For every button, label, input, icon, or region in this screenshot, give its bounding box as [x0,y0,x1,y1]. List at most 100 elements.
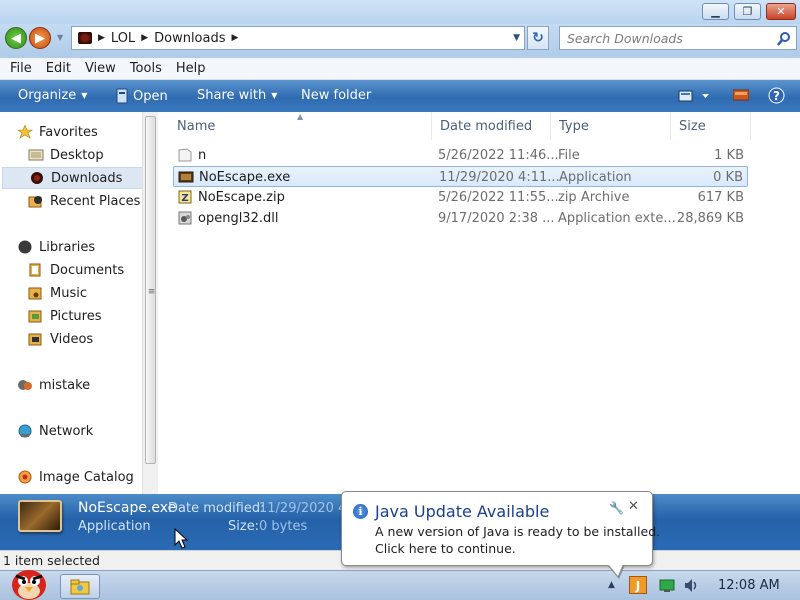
taskbar-explorer-button[interactable] [60,574,100,599]
breadcrumb-lol[interactable]: LOL [111,31,135,46]
show-hidden-icons-icon[interactable]: ▲ [608,580,615,590]
file-row-noescape-exe[interactable]: NoEscape.exe 11/29/2020 4:11... Applicat… [173,166,748,187]
svg-text:J: J [635,579,640,593]
java-update-icon[interactable]: J [629,576,647,594]
recent-pages-dropdown-icon[interactable]: ▼ [57,33,63,42]
organize-button[interactable]: Organize ▼ [18,88,87,103]
help-icon: ? [768,87,785,104]
open-button[interactable]: Open [116,88,168,104]
search-icon[interactable] [776,31,792,47]
menu-view[interactable]: View [85,61,116,76]
sidebar-item-label: Recent Places [50,193,141,209]
menu-file[interactable]: File [10,61,32,76]
file-row-noescape-zip[interactable]: Z NoEscape.zip 5/26/2022 11:55... zip Ar… [173,187,748,208]
menu-help[interactable]: Help [176,61,206,76]
details-date-value: 11/29/2020 4: [259,501,351,516]
menu-edit[interactable]: Edit [46,61,71,76]
sidebar-item-libraries[interactable]: Libraries [17,236,160,258]
search-box[interactable] [559,26,797,50]
new-folder-button[interactable]: New folder [301,88,371,103]
svg-text:Z: Z [181,193,188,204]
column-header-label: Name [177,118,216,134]
close-notification-icon[interactable]: ✕ [628,499,639,514]
network-icon [18,424,32,438]
action-center-icon[interactable] [659,578,675,593]
dll-file-icon [178,211,192,225]
file-date: 5/26/2022 11:55... [438,190,559,205]
file-type: Application [559,170,632,185]
menu-tools[interactable]: Tools [130,61,162,76]
file-thumbnail [18,500,62,532]
navigation-pane: Favorites Desktop Downloads Recent Place… [0,112,158,494]
file-size: 1 KB [714,148,744,163]
column-header-date[interactable]: Date modified [432,112,551,140]
libraries-icon [18,240,32,254]
file-date: 11/29/2020 4:11... [439,170,560,185]
back-button[interactable]: ◀ [5,27,27,49]
taskbar: ▲ J 12:08 AM [0,570,800,600]
image-catalog-icon [18,470,32,484]
help-button[interactable]: ? [768,87,785,108]
search-input[interactable] [567,30,767,46]
file-type: Application exte... [558,211,676,226]
forward-button[interactable]: ▶ [29,27,51,49]
scrollbar-thumb[interactable]: ≡ [145,116,156,464]
mouse-cursor-icon [174,528,188,549]
details-size-value: 0 bytes [259,519,308,534]
balloon-tail-inner [608,564,623,576]
wrench-icon[interactable]: 🔧 [609,501,624,515]
breadcrumb-downloads[interactable]: Downloads [154,31,225,46]
sidebar-scrollbar[interactable]: ≡ [142,112,158,494]
folder-icon [78,32,92,44]
share-with-button[interactable]: Share with ▼ [197,88,277,103]
breadcrumb-chevron-icon[interactable]: ▶ [98,33,105,43]
file-type: zip Archive [558,190,630,205]
java-update-notification[interactable]: i Java Update Available A new version of… [341,491,660,579]
refresh-button[interactable]: ↻ [527,26,549,50]
breadcrumb-chevron-icon[interactable]: ▶ [232,33,239,43]
address-bar[interactable]: ▶ LOL ▶ Downloads ▶ ▼ [71,26,525,50]
column-header-size[interactable]: Size [671,112,751,140]
sidebar-item-favorites[interactable]: Favorites [17,121,160,143]
downloads-folder-icon [31,172,43,184]
minimize-button[interactable]: ▁ [702,3,729,20]
sidebar-item-mistake[interactable]: mistake [17,374,160,396]
clock[interactable]: 12:08 AM [718,578,780,593]
file-size: 0 KB [713,170,743,185]
file-row-opengl32-dll[interactable]: opengl32.dll 9/17/2020 2:38 ... Applicat… [173,208,748,229]
notification-message[interactable]: A new version of Java is ready to be ins… [375,524,660,539]
details-file-name: NoEscape.exe [78,500,177,516]
file-list: ▲ Name Date modified Type Size n 5/26/20… [160,112,800,494]
breadcrumb-chevron-icon[interactable]: ▶ [141,33,148,43]
sidebar-item-image-catalog[interactable]: Image Catalog [17,466,160,488]
notification-action-text[interactable]: Click here to continue. [375,541,516,556]
file-name: opengl32.dll [198,211,279,226]
column-header-name[interactable]: Name [169,112,432,140]
notification-title[interactable]: Java Update Available [375,502,549,521]
sidebar-item-downloads[interactable]: Downloads [2,167,143,189]
maximize-button[interactable]: ❐ [734,3,761,20]
file-name: n [198,148,207,163]
generic-file-icon [178,148,192,162]
share-with-label: Share with [197,88,267,103]
preview-pane-button[interactable] [732,89,750,105]
scroll-grip-icon: ≡ [147,287,156,297]
details-size-label: Size: [228,519,260,534]
column-header-type[interactable]: Type [551,112,671,140]
file-type: File [558,148,580,163]
volume-icon[interactable] [683,578,699,593]
application-icon [178,171,194,183]
address-dropdown-icon[interactable]: ▼ [513,33,520,43]
preview-pane-icon [732,89,750,101]
sidebar-item-network[interactable]: Network [17,420,160,442]
file-name: NoEscape.exe [199,170,291,185]
file-row-n[interactable]: n 5/26/2022 11:46... File 1 KB [173,145,748,166]
sidebar-item-label: Pictures [50,308,102,324]
close-button[interactable]: ✕ [766,3,796,20]
sidebar-item-label: Image Catalog [39,469,134,485]
svg-text:?: ? [773,89,780,103]
navigation-bar: ◀ ▶ ▼ ▶ LOL ▶ Downloads ▶ ▼ ↻ [0,24,800,58]
sidebar-item-label: Libraries [39,239,96,255]
view-options-button[interactable] [678,90,710,106]
start-button-icon[interactable] [8,563,50,600]
